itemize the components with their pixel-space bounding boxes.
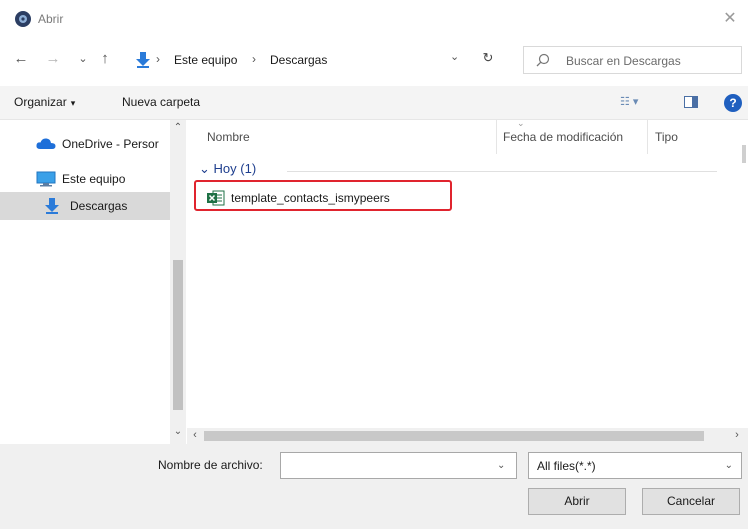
horizontal-scrollbar[interactable]: ‹ › bbox=[187, 428, 748, 444]
help-icon[interactable]: ? bbox=[724, 94, 742, 112]
filename-input[interactable] bbox=[280, 452, 517, 479]
back-arrow-icon[interactable]: ← bbox=[12, 50, 30, 68]
sort-chevron-icon: ⌄ bbox=[517, 118, 525, 128]
breadcrumb-separator: › bbox=[156, 52, 160, 66]
view-options-icon[interactable]: ☷ ▾ bbox=[620, 95, 638, 108]
file-type-value: All files(*.*) bbox=[537, 459, 596, 473]
filename-label: Nombre de archivo: bbox=[158, 458, 263, 472]
download-arrow-icon bbox=[134, 51, 152, 72]
sidebar-scrollbar[interactable]: ⌃ ⌄ bbox=[170, 120, 186, 444]
search-icon bbox=[536, 53, 550, 70]
preview-pane-icon[interactable] bbox=[684, 96, 698, 108]
new-folder-button[interactable]: Nueva carpeta bbox=[122, 95, 200, 109]
sidebar-item-onedrive[interactable]: OneDrive - Persor bbox=[0, 130, 170, 158]
recent-locations-chevron-icon[interactable]: ⌄ bbox=[74, 50, 92, 68]
refresh-icon[interactable]: ↻ bbox=[478, 48, 498, 68]
close-icon[interactable]: ✕ bbox=[720, 9, 740, 29]
app-icon bbox=[14, 10, 32, 28]
navigation-pane: OneDrive - Persor Este equipo Descargas … bbox=[0, 120, 186, 444]
cancel-button[interactable]: Cancelar bbox=[642, 488, 740, 515]
breadcrumb-este-equipo[interactable]: Este equipo bbox=[174, 53, 237, 67]
sidebar-item-descargas[interactable]: Descargas bbox=[0, 192, 170, 220]
scroll-up-icon[interactable]: ⌃ bbox=[170, 122, 186, 133]
command-bar: Organizar ▾ Nueva carpeta ☷ ▾ ? bbox=[0, 86, 748, 120]
column-divider[interactable] bbox=[496, 120, 497, 154]
horizontal-scroll-thumb[interactable] bbox=[204, 431, 704, 441]
group-divider bbox=[287, 171, 717, 172]
group-header-label: Hoy (1) bbox=[213, 161, 257, 176]
sidebar-scroll-thumb[interactable] bbox=[173, 260, 183, 410]
file-list: Nombre ⌄ Fecha de modificación Tipo ⌄ Ho… bbox=[187, 118, 743, 428]
search-box[interactable]: Buscar en Descargas bbox=[523, 46, 742, 74]
title-bar: Abrir ✕ bbox=[0, 0, 748, 38]
chevron-down-icon: ⌄ bbox=[724, 460, 733, 471]
download-arrow-icon bbox=[44, 198, 60, 217]
scroll-right-icon[interactable]: › bbox=[729, 429, 745, 441]
content-scroll-thumb[interactable] bbox=[742, 145, 746, 163]
address-bar[interactable]: › Este equipo › Descargas bbox=[132, 45, 472, 75]
filename-dropdown-icon[interactable]: ⌄ bbox=[497, 460, 505, 471]
chevron-down-icon: ▾ bbox=[70, 98, 76, 108]
column-divider[interactable] bbox=[647, 120, 648, 154]
breadcrumb-descargas[interactable]: Descargas bbox=[270, 53, 327, 67]
column-header-date[interactable]: Fecha de modificación bbox=[503, 130, 623, 144]
forward-arrow-icon[interactable]: → bbox=[44, 50, 62, 68]
address-dropdown-icon[interactable]: ⌄ bbox=[450, 50, 459, 63]
search-input[interactable]: Buscar en Descargas bbox=[566, 54, 681, 68]
navigation-bar: ← → ⌄ ↑ › Este equipo › Descargas ⌄ ↻ Bu… bbox=[0, 42, 748, 76]
window-title: Abrir bbox=[38, 12, 64, 26]
file-type-select[interactable]: All files(*.*) ⌄ bbox=[528, 452, 742, 479]
scroll-down-icon[interactable]: ⌄ bbox=[170, 426, 186, 437]
column-header-type[interactable]: Tipo bbox=[655, 130, 678, 144]
sidebar-item-label: Descargas bbox=[70, 199, 128, 213]
dialog-footer: Nombre de archivo: ⌄ All files(*.*) ⌄ Ab… bbox=[0, 444, 748, 529]
selection-highlight-box bbox=[194, 180, 452, 211]
open-button[interactable]: Abrir bbox=[528, 488, 626, 515]
cloud-icon bbox=[36, 136, 56, 153]
sidebar-item-label: OneDrive - Persor bbox=[62, 137, 159, 151]
sidebar-item-label: Este equipo bbox=[62, 172, 126, 186]
up-arrow-icon[interactable]: ↑ bbox=[96, 50, 114, 68]
column-header-name[interactable]: Nombre bbox=[207, 130, 250, 144]
monitor-icon bbox=[36, 171, 56, 190]
breadcrumb-separator: › bbox=[252, 52, 256, 66]
scroll-left-icon[interactable]: ‹ bbox=[187, 429, 203, 441]
chevron-down-icon: ⌄ bbox=[199, 161, 210, 176]
organize-button[interactable]: Organizar ▾ bbox=[14, 95, 75, 109]
sidebar-item-este-equipo[interactable]: Este equipo bbox=[0, 165, 170, 193]
organize-label: Organizar bbox=[14, 95, 67, 109]
group-header-today[interactable]: ⌄ Hoy (1) bbox=[199, 161, 256, 177]
